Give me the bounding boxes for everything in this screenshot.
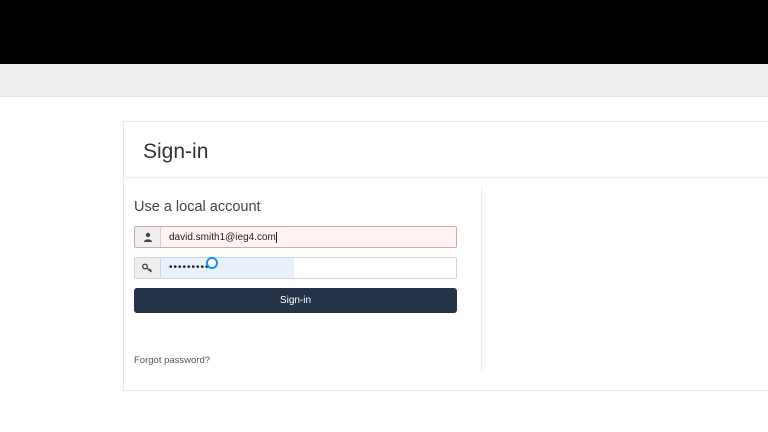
key-icon xyxy=(135,258,161,278)
sign-in-button[interactable]: Sign-in xyxy=(134,288,457,313)
sign-in-card: Sign-in Use a local account david.smith1… xyxy=(123,121,768,391)
top-black-bar xyxy=(0,0,768,64)
password-mask: ••••••••• xyxy=(169,262,210,273)
email-input-group: david.smith1@ieg4.com xyxy=(134,226,457,248)
navigation-strip xyxy=(0,64,768,97)
local-account-heading: Use a local account xyxy=(134,199,261,215)
email-value: david.smith1@ieg4.com xyxy=(169,231,276,243)
text-caret xyxy=(275,231,277,243)
forgot-password-link[interactable]: Forgot password? xyxy=(134,355,210,366)
card-header: Sign-in xyxy=(124,122,768,178)
page-title: Sign-in xyxy=(143,140,209,163)
email-field[interactable]: david.smith1@ieg4.com xyxy=(161,227,456,247)
mouse-cursor-indicator xyxy=(206,257,218,269)
user-icon xyxy=(135,227,161,247)
column-divider xyxy=(481,186,482,372)
password-input-group: ••••••••• xyxy=(134,257,457,279)
